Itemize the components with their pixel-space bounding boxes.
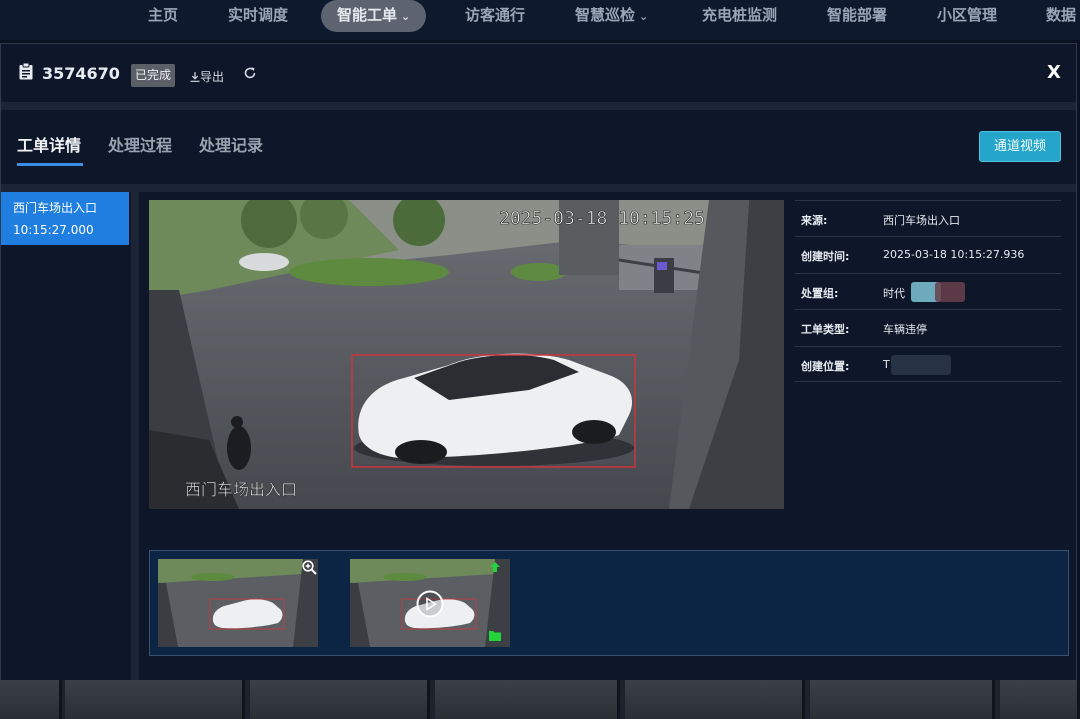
camera-tile xyxy=(1000,680,1080,719)
clipboard-icon xyxy=(19,63,33,80)
divider xyxy=(1,102,1076,110)
media-thumbnails xyxy=(149,550,1069,656)
detail-label: 来源: xyxy=(801,214,828,227)
camera-tile xyxy=(65,680,245,719)
camera-tile xyxy=(625,680,805,719)
detail-label: 处置组: xyxy=(801,286,839,300)
sidebar-item-time: 10:15:27.000 xyxy=(13,223,94,237)
detail-label: 工单类型: xyxy=(801,323,850,337)
background-camera-grid xyxy=(0,680,1080,719)
detail-row-created-location: 创建位置: T xyxy=(795,345,1061,382)
detail-row-created-time: 创建时间: 2025-03-18 10:15:27.936 xyxy=(795,236,1061,272)
detail-value: 西门车场出入口 xyxy=(883,214,960,227)
snapshot-timestamp: 2025-03-18 10:15:25 xyxy=(499,208,705,229)
tab-workorder-details[interactable]: 工单详情 xyxy=(17,132,81,156)
image-thumbnail[interactable] xyxy=(158,559,318,647)
camera-snapshot: 2025-03-18 10:15:25 西门车场出入口 xyxy=(149,200,784,509)
event-sidebar: 西门车场出入口 10:15:27.000 xyxy=(1,192,131,680)
upload-icon[interactable] xyxy=(489,561,501,573)
detail-row-handling-group: 处置组: 时代 xyxy=(795,272,1061,309)
download-icon xyxy=(190,72,200,82)
nav-item-charging-monitor[interactable]: 充电桩监测 xyxy=(702,0,777,32)
folder-icon[interactable] xyxy=(489,630,501,641)
divider xyxy=(1,184,1076,192)
play-icon[interactable] xyxy=(416,590,444,618)
export-button[interactable]: 导出 xyxy=(190,68,224,85)
export-label: 导出 xyxy=(200,70,225,84)
nav-item-smart-workorder[interactable]: 智能工单 ⌄ xyxy=(321,0,427,32)
camera-tile xyxy=(810,680,995,719)
camera-tile xyxy=(250,680,430,719)
tab-process[interactable]: 处理过程 xyxy=(108,132,172,156)
camera-tile xyxy=(0,680,62,719)
chevron-down-icon: ⌄ xyxy=(401,10,411,23)
nav-item-community-mgmt[interactable]: 小区管理 xyxy=(937,0,997,32)
detail-content: 2025-03-18 10:15:25 西门车场出入口 来源: 西门车场出入口 … xyxy=(139,192,1076,680)
chevron-down-icon: ⌄ xyxy=(639,10,649,23)
active-tab-indicator xyxy=(17,163,83,166)
nav-item-label: 智能工单 xyxy=(337,6,398,24)
nav-item-smart-deploy[interactable]: 智能部署 xyxy=(827,0,887,32)
nav-item-data[interactable]: 数据 xyxy=(1046,0,1076,32)
redaction-mark xyxy=(935,281,965,302)
detail-row-source: 来源: 西门车场出入口 xyxy=(795,200,1061,236)
detail-value: 时代 xyxy=(883,286,905,300)
status-badge: 已完成 xyxy=(131,64,176,87)
detail-value: 2025-03-18 10:15:27.936 xyxy=(883,248,1025,262)
redaction-mark xyxy=(891,354,951,375)
tab-records[interactable]: 处理记录 xyxy=(199,132,263,156)
detail-row-workorder-type: 工单类型: 车辆违停 xyxy=(795,309,1061,345)
detail-info-table: 来源: 西门车场出入口 创建时间: 2025-03-18 10:15:27.93… xyxy=(795,200,1061,382)
detail-label: 创建时间: xyxy=(801,250,850,264)
divider xyxy=(131,192,139,680)
nav-item-visitor-access[interactable]: 访客通行 xyxy=(465,0,525,32)
refresh-icon[interactable] xyxy=(243,66,257,80)
camera-tile xyxy=(435,680,620,719)
video-thumbnail[interactable] xyxy=(350,559,510,647)
sidebar-item-event[interactable]: 西门车场出入口 10:15:27.000 xyxy=(1,192,129,245)
top-navigation: 主页 实时调度 智能工单 ⌄ 访客通行 智慧巡检 ⌄ 充电桩监测 智能部署 小区管理… xyxy=(0,0,1080,40)
close-button[interactable]: X xyxy=(1047,62,1061,83)
channel-video-button[interactable]: 通道视频 xyxy=(979,131,1061,162)
nav-item-realtime-dispatch[interactable]: 实时调度 xyxy=(228,0,288,32)
nav-item-home[interactable]: 主页 xyxy=(148,0,178,32)
tab-bar: 工单详情 处理过程 处理记录 通道视频 xyxy=(1,110,1076,184)
modal-header: 3574670 已完成 导出 X xyxy=(1,44,1076,102)
sidebar-item-location: 西门车场出入口 xyxy=(13,201,98,215)
zoom-in-icon[interactable] xyxy=(302,560,317,575)
snapshot-location-label: 西门车场出入口 xyxy=(185,480,297,499)
nav-item-label: 智慧巡检 xyxy=(575,6,636,24)
detail-value: 车辆违停 xyxy=(883,323,927,337)
workorder-detail-modal: 3574670 已完成 导出 X 工单详情 处理过程 处理记录 通道视频 西门车… xyxy=(0,43,1077,680)
nav-item-smart-patrol[interactable]: 智慧巡检 ⌄ xyxy=(575,0,648,32)
order-id: 3574670 xyxy=(42,64,120,83)
detail-value: T xyxy=(883,357,890,371)
detail-label: 创建位置: xyxy=(801,359,850,373)
